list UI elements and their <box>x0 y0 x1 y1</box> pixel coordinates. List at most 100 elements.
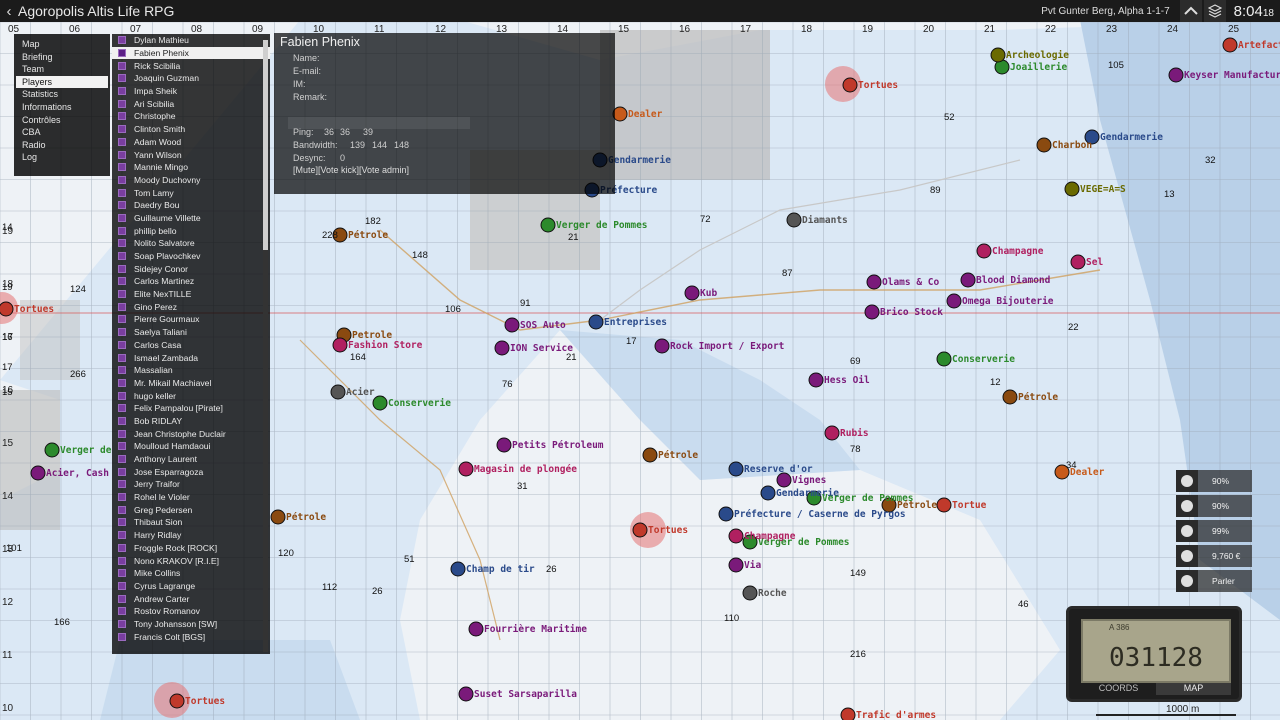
map-location-label[interactable]: Rock Import / Export <box>670 341 784 352</box>
map-location-label[interactable]: Trafic d'armes <box>856 710 936 720</box>
player-row[interactable]: Mr. Mikail Machiavel <box>112 377 270 390</box>
menu-item-log[interactable]: Log <box>16 151 108 164</box>
map-marker-icon[interactable] <box>270 509 286 525</box>
map-marker-icon[interactable] <box>332 337 348 353</box>
player-row[interactable]: Ismael Zambada <box>112 351 270 364</box>
map-marker-icon[interactable] <box>946 293 962 309</box>
menu-item-radio[interactable]: Radio <box>16 139 108 152</box>
player-row[interactable]: Rostov Romanov <box>112 605 270 618</box>
map-marker-icon[interactable] <box>642 447 658 463</box>
map-location-label[interactable]: Tortues <box>185 696 225 707</box>
map-location-label[interactable]: Tortues <box>858 80 898 91</box>
map-location-label[interactable]: Vignes <box>792 475 826 486</box>
menu-item-briefing[interactable]: Briefing <box>16 51 108 64</box>
map-marker-icon[interactable] <box>684 285 700 301</box>
menu-item-informations[interactable]: Informations <box>16 101 108 114</box>
player-row[interactable]: Moody Duchovny <box>112 174 270 187</box>
menu-item-cba[interactable]: CBA <box>16 126 108 139</box>
player-row[interactable]: Rohel le Violer <box>112 491 270 504</box>
map-location-label[interactable]: Pétrole <box>348 230 388 241</box>
player-row[interactable]: Andrew Carter <box>112 592 270 605</box>
player-row[interactable]: Adam Wood <box>112 136 270 149</box>
map-marker-icon[interactable] <box>786 212 802 228</box>
player-row[interactable]: Anthony Laurent <box>112 453 270 466</box>
map-location-label[interactable]: Pétrole <box>658 450 698 461</box>
map-location-label[interactable]: Hess Oil <box>824 375 870 386</box>
player-row[interactable]: Cyrus Lagrange <box>112 580 270 593</box>
map-marker-icon[interactable] <box>330 384 346 400</box>
map-location-label[interactable]: Conserverie <box>952 354 1015 365</box>
map-marker-icon[interactable] <box>612 106 628 122</box>
map-marker-icon[interactable] <box>468 621 484 637</box>
map-location-label[interactable]: Reserve d'or <box>744 464 813 475</box>
map-location-label[interactable]: Joaillerie <box>1010 62 1067 73</box>
map-location-label[interactable]: VEGE=A=S <box>1080 184 1126 195</box>
menu-item-team[interactable]: Team <box>16 63 108 76</box>
map-marker-icon[interactable] <box>976 243 992 259</box>
map-marker-icon[interactable] <box>864 304 880 320</box>
map-marker-icon[interactable] <box>808 372 824 388</box>
gps-tab-map[interactable]: MAP <box>1156 683 1231 695</box>
map-marker-icon[interactable] <box>372 395 388 411</box>
map-location-label[interactable]: Artefact <box>1238 40 1280 51</box>
player-row[interactable]: Yann Wilson <box>112 148 270 161</box>
player-row[interactable]: Tom Lamy <box>112 186 270 199</box>
player-row[interactable]: Pierre Gourmaux <box>112 313 270 326</box>
map-location-label[interactable]: Tortues <box>14 304 54 315</box>
map-marker-icon[interactable] <box>960 272 976 288</box>
player-row[interactable]: Greg Pedersen <box>112 503 270 516</box>
player-row[interactable]: Carlos Martinez <box>112 275 270 288</box>
map-marker-icon[interactable] <box>824 425 840 441</box>
map-location-label[interactable]: Champ de tir <box>466 564 535 575</box>
player-actions[interactable]: [Mute][Vote kick][Vote admin] <box>293 165 409 175</box>
player-row[interactable]: Joaquin Guzman <box>112 72 270 85</box>
map-location-label[interactable]: Acier, Cash <box>46 468 109 479</box>
player-row[interactable]: Fabien Phenix <box>112 46 270 60</box>
map-marker-icon[interactable] <box>496 437 512 453</box>
player-row[interactable]: Rick Scibilia <box>112 59 270 72</box>
player-row[interactable]: Felix Pampalou [Pirate] <box>112 402 270 415</box>
map-marker-icon[interactable] <box>494 340 510 356</box>
map-location-label[interactable]: Fashion Store <box>348 340 423 351</box>
layers-icon[interactable] <box>1203 0 1226 22</box>
player-row[interactable]: Ari Scibilia <box>112 97 270 110</box>
map-marker-icon[interactable] <box>1168 67 1184 83</box>
player-row[interactable]: Jose Esparragoza <box>112 465 270 478</box>
map-location-label[interactable]: Blood Diamond <box>976 275 1051 286</box>
map-location-label[interactable]: Champagne <box>744 531 796 542</box>
player-row[interactable]: Mannie Mingo <box>112 161 270 174</box>
map-location-label[interactable]: Gendarmerie <box>1100 132 1163 143</box>
map-location-label[interactable]: Diamants <box>802 215 848 226</box>
menu-item-statistics[interactable]: Statistics <box>16 88 108 101</box>
player-row[interactable]: Saelya Taliani <box>112 326 270 339</box>
map-marker-icon[interactable] <box>450 561 466 577</box>
player-list-scrollbar[interactable] <box>263 36 268 652</box>
map-marker-icon[interactable] <box>760 485 776 501</box>
map-marker-icon[interactable] <box>936 351 952 367</box>
map-marker-icon[interactable] <box>588 314 604 330</box>
player-row[interactable]: Thibaut Sion <box>112 516 270 529</box>
map-location-label[interactable]: Roche <box>758 588 787 599</box>
map-location-label[interactable]: Rubis <box>840 428 869 439</box>
menu-item-contr-les[interactable]: Contrôles <box>16 114 108 127</box>
map-marker-icon[interactable] <box>654 338 670 354</box>
player-row[interactable]: Carlos Casa <box>112 339 270 352</box>
map-location-label[interactable]: SOS Auto <box>520 320 566 331</box>
player-row[interactable]: Gino Perez <box>112 300 270 313</box>
map-marker-icon[interactable] <box>1222 37 1238 53</box>
map-marker-icon[interactable] <box>1002 389 1018 405</box>
player-row[interactable]: Christophe <box>112 110 270 123</box>
map-location-label[interactable]: Pétrole <box>1018 392 1058 403</box>
map-marker-icon[interactable] <box>458 461 474 477</box>
map-location-label[interactable]: Conserverie <box>388 398 451 409</box>
map-location-label[interactable]: Suset Sarsaparilla <box>474 689 577 700</box>
player-row[interactable]: hugo keller <box>112 389 270 402</box>
player-row[interactable]: Francis Colt [BGS] <box>112 630 270 643</box>
player-row[interactable]: Froggle Rock [ROCK] <box>112 542 270 555</box>
player-row[interactable]: Daedry Bou <box>112 199 270 212</box>
map-marker-icon[interactable] <box>169 693 185 709</box>
player-row[interactable]: Nono KRAKOV [R.I.E] <box>112 554 270 567</box>
map-marker-icon[interactable] <box>776 472 792 488</box>
collapse-icon[interactable] <box>1179 0 1202 22</box>
map-marker-icon[interactable] <box>742 585 758 601</box>
